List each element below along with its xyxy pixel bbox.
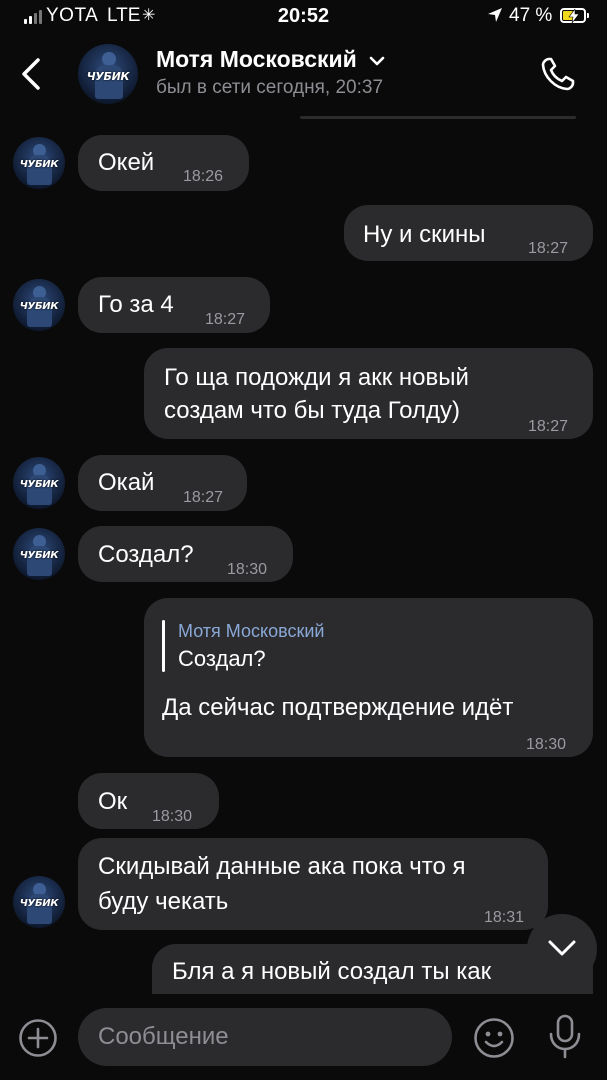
sender-avatar[interactable]: ЧУБИК: [13, 279, 65, 331]
reply-quote-bar: [162, 620, 165, 672]
message-text: Ну и скины: [363, 221, 486, 248]
message-bubble-incoming[interactable]: Окай 18:27: [78, 455, 247, 511]
contact-name-button[interactable]: Мотя Московский: [156, 46, 385, 73]
previous-message-edge: [300, 116, 576, 119]
message-time: 18:30: [526, 736, 567, 753]
message-time: 18:27: [183, 489, 224, 506]
contact-name: Мотя Московский: [156, 46, 357, 72]
message-time: 18:31: [484, 909, 525, 926]
contact-avatar[interactable]: ЧУБИК: [78, 44, 138, 104]
phone-icon[interactable]: [538, 54, 578, 94]
location-arrow-icon: [488, 8, 502, 22]
message-text: Бля а я новый создал ты как: [172, 958, 492, 985]
avatar-label: ЧУБИК: [19, 550, 59, 561]
emoji-icon[interactable]: [472, 1016, 516, 1060]
battery-icon: [560, 8, 589, 23]
status-bar: YOTA LTE ✳ 20:52 47 %: [0, 0, 607, 34]
message-text-line: создам что бы туда Голду): [164, 397, 460, 424]
message-time: 18:26: [183, 168, 224, 185]
message-bubble-outgoing[interactable]: Ну и скины 18:27: [344, 205, 593, 261]
last-seen-status: был в сети сегодня, 20:37: [156, 77, 384, 98]
scroll-to-bottom-button[interactable]: [527, 914, 597, 984]
message-text: Го за 4: [98, 291, 174, 318]
message-bubble-incoming[interactable]: Скидывай данные ака пока что я буду чека…: [78, 838, 548, 930]
sender-avatar[interactable]: ЧУБИК: [13, 457, 65, 509]
battery-percent: 47 %: [509, 5, 553, 26]
message-text-line: Скидывай данные ака пока что я: [98, 853, 466, 880]
message-input[interactable]: [78, 1008, 452, 1066]
message-text: Окай: [98, 469, 155, 496]
avatar-label: ЧУБИК: [19, 301, 59, 312]
sender-avatar[interactable]: ЧУБИК: [13, 528, 65, 580]
avatar-label: ЧУБИК: [19, 159, 59, 170]
message-bubble-outgoing-reply[interactable]: Мотя Московский Создал? Да сейчас подтве…: [144, 598, 593, 757]
message-time: 18:30: [152, 808, 193, 825]
reply-quoted-text: Создал?: [178, 646, 266, 671]
microphone-icon[interactable]: [545, 1012, 585, 1060]
message-time: 18:30: [227, 561, 268, 578]
composer-bar: [0, 994, 607, 1080]
message-text-line: буду чекать: [98, 888, 229, 915]
message-bubble-outgoing[interactable]: Го ща подожди я акк новый создам что бы …: [144, 348, 593, 439]
message-text-line: Го ща подожди я акк новый: [164, 364, 469, 391]
message-time: 18:27: [528, 240, 569, 257]
message-text: Окей: [98, 149, 155, 176]
message-bubble-incoming[interactable]: Го за 4 18:27: [78, 277, 270, 333]
chevron-down-icon: [548, 940, 576, 956]
message-time: 18:27: [205, 311, 246, 328]
charging-bolt-icon: [568, 9, 580, 23]
message-time: 18:27: [528, 418, 569, 435]
message-bubble-incoming[interactable]: Окей 18:26: [78, 135, 249, 191]
message-bubble-incoming[interactable]: Создал? 18:30: [78, 526, 293, 582]
chat-header: ЧУБИК Мотя Московский был в сети сегодня…: [0, 34, 607, 118]
message-text: Создал?: [98, 541, 194, 568]
message-text: Ок: [98, 788, 128, 815]
message-bubble-incoming[interactable]: Ок 18:30: [78, 773, 219, 829]
avatar-label: ЧУБИК: [19, 479, 59, 490]
sender-avatar[interactable]: ЧУБИК: [13, 137, 65, 189]
plus-icon[interactable]: [18, 1018, 58, 1058]
chevron-down-icon: [369, 56, 385, 66]
avatar-label: ЧУБИК: [19, 898, 59, 909]
sender-avatar[interactable]: ЧУБИК: [13, 876, 65, 928]
avatar-label: ЧУБИК: [86, 70, 130, 83]
message-text: Да сейчас подтверждение идёт: [162, 694, 514, 721]
back-chevron-icon[interactable]: [14, 54, 50, 94]
